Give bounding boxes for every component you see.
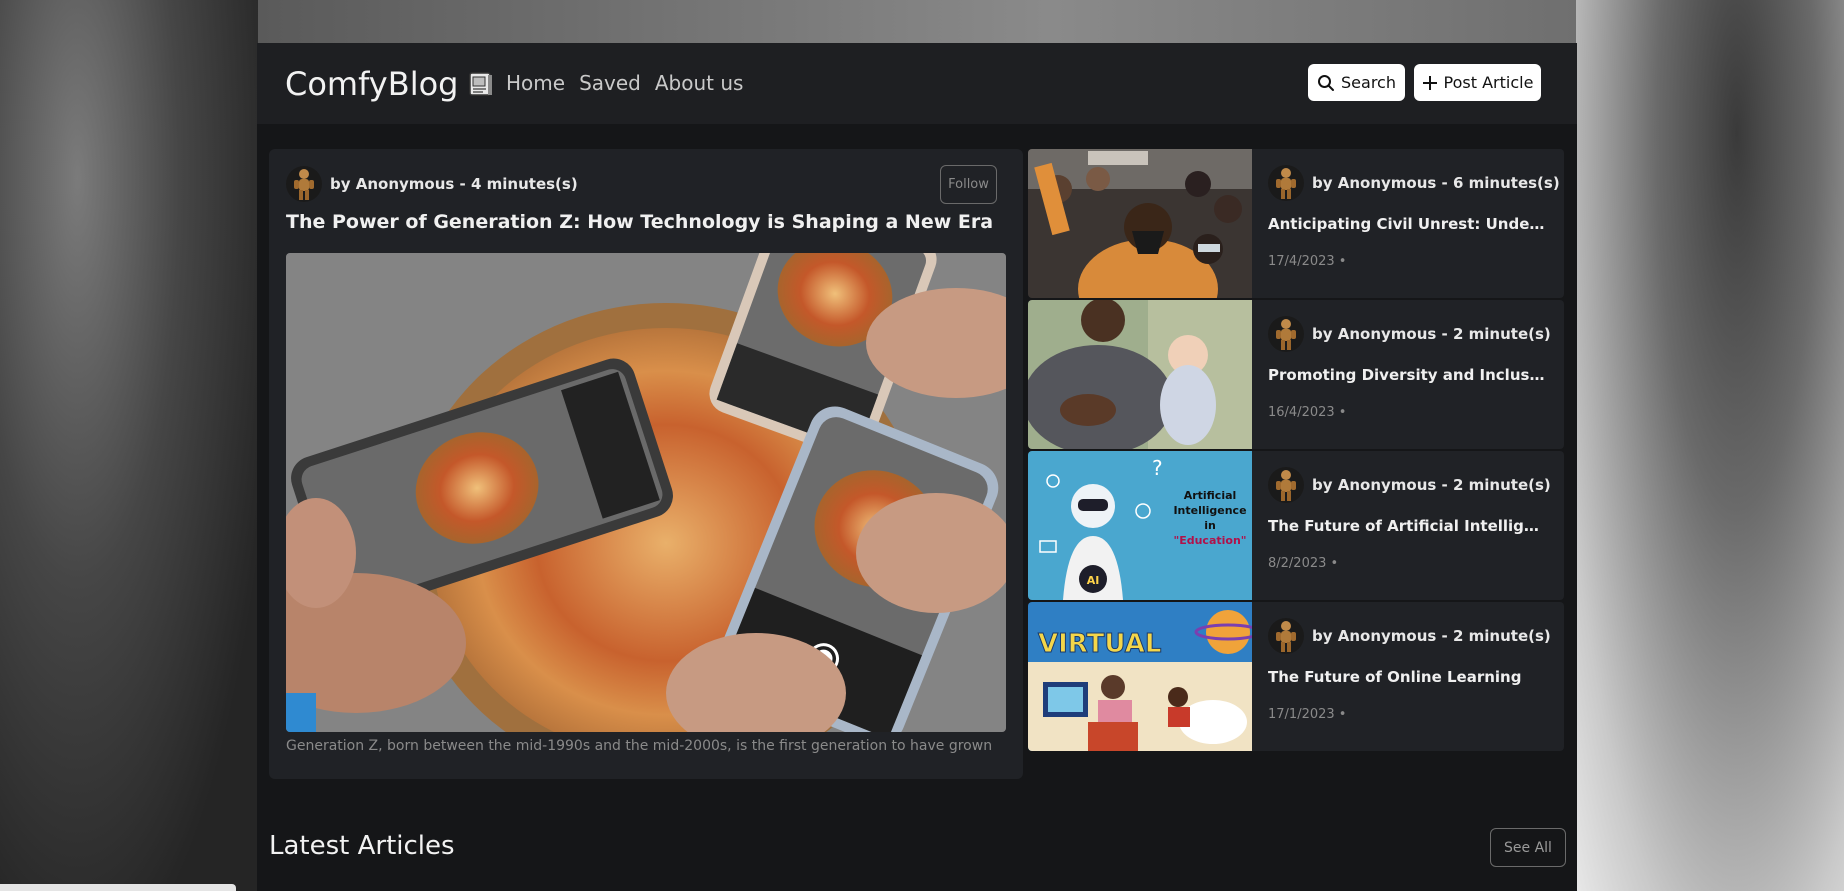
background-clouds-left	[0, 0, 258, 891]
side-author-line: by Anonymous - 2 minute(s)	[1312, 627, 1551, 645]
side-article-date: 8/2/2023 •	[1268, 556, 1339, 571]
side-author-line: by Anonymous - 6 minutes(s)	[1312, 174, 1560, 192]
svg-text:?: ?	[1152, 456, 1163, 480]
side-author-line: by Anonymous - 2 minute(s)	[1312, 476, 1551, 494]
avatar-figure-icon	[294, 169, 314, 200]
side-article-thumbnail[interactable]	[1028, 300, 1252, 449]
avatar-figure-icon	[1276, 621, 1296, 652]
featured-article-image[interactable]	[286, 253, 1006, 732]
avatar	[1268, 467, 1304, 503]
featured-author-row: by Anonymous - 4 minutes(s)	[286, 166, 578, 202]
navbar: ComfyBlog Home Saved About us Search Pos…	[257, 43, 1577, 124]
side-article-card[interactable]: by Anonymous - 6 minutes(s) Anticipating…	[1028, 149, 1564, 298]
plus-icon	[1422, 75, 1437, 90]
virtual-thumb-text: VIRTUAL	[1038, 629, 1161, 659]
side-article-thumbnail[interactable]	[1028, 149, 1252, 298]
follow-button[interactable]: Follow	[940, 165, 997, 204]
brand-name: ComfyBlog	[285, 65, 459, 103]
featured-author-line: by Anonymous - 4 minutes(s)	[330, 175, 578, 193]
ai-thumb-line1: Artificial	[1184, 489, 1237, 502]
avatar-figure-icon	[1276, 168, 1296, 199]
latest-articles-heading: Latest Articles	[269, 831, 455, 861]
protest-crowd-photo	[1028, 149, 1252, 298]
avatar-figure-icon	[1276, 319, 1296, 350]
side-article-title[interactable]: The Future of Online Learning	[1268, 668, 1548, 686]
ai-thumb-line4: "Education"	[1173, 534, 1246, 547]
side-author-row: by Anonymous - 2 minute(s)	[1268, 316, 1551, 352]
side-article-title[interactable]: Anticipating Civil Unrest: Understanding…	[1268, 215, 1548, 233]
status-bar-strip	[0, 884, 236, 891]
side-article-card[interactable]: AI ? Artificial Intelligence in "Educati…	[1028, 451, 1564, 600]
ai-badge-text: AI	[1087, 574, 1100, 587]
see-all-button[interactable]: See All	[1490, 828, 1566, 867]
nav-home[interactable]: Home	[506, 71, 565, 95]
featured-article-title[interactable]: The Power of Generation Z: How Technolog…	[286, 211, 993, 233]
avatar-figure-icon	[1276, 470, 1296, 501]
side-article-date: 16/4/2023 •	[1268, 405, 1347, 420]
avatar	[286, 166, 322, 202]
featured-article-excerpt: Generation Z, born between the mid-1990s…	[286, 738, 993, 754]
search-icon	[1318, 74, 1335, 91]
side-author-row: by Anonymous - 2 minute(s)	[1268, 467, 1551, 503]
side-article-date: 17/4/2023 •	[1268, 254, 1347, 269]
featured-article-card[interactable]: by Anonymous - 4 minutes(s) Follow The P…	[269, 149, 1023, 779]
side-article-title[interactable]: Promoting Diversity and Inclusion in Hea…	[1268, 366, 1548, 384]
book-icon	[469, 72, 493, 96]
ai-thumb-line3: in	[1204, 519, 1216, 532]
side-article-title[interactable]: The Future of Artificial Intelligence in…	[1268, 517, 1548, 535]
online-learning-illustration: VIRTUAL	[1028, 602, 1252, 751]
side-author-row: by Anonymous - 6 minutes(s)	[1268, 165, 1560, 201]
post-article-label: Post Article	[1443, 73, 1534, 92]
search-button-label: Search	[1341, 73, 1396, 92]
side-author-row: by Anonymous - 2 minute(s)	[1268, 618, 1551, 654]
nav-about-us[interactable]: About us	[655, 71, 744, 95]
avatar	[1268, 618, 1304, 654]
side-article-thumbnail[interactable]: AI ? Artificial Intelligence in "Educati…	[1028, 451, 1252, 600]
page-container: ComfyBlog Home Saved About us Search Pos…	[257, 43, 1577, 891]
side-article-card[interactable]: VIRTUAL by Anonymous - 2 minute(s) The F…	[1028, 602, 1564, 751]
search-button[interactable]: Search	[1308, 64, 1405, 101]
avatar	[1268, 316, 1304, 352]
background-clouds-top	[258, 0, 1576, 43]
side-article-card[interactable]: by Anonymous - 2 minute(s) Promoting Div…	[1028, 300, 1564, 449]
pizza-phones-photo	[286, 253, 1006, 732]
brand-logo[interactable]: ComfyBlog	[285, 65, 494, 103]
nav-saved[interactable]: Saved	[579, 71, 641, 95]
father-baby-photo	[1028, 300, 1252, 449]
ai-thumb-line2: Intelligence	[1173, 504, 1246, 517]
side-article-thumbnail[interactable]: VIRTUAL	[1028, 602, 1252, 751]
background-clouds-right	[1576, 0, 1844, 891]
side-author-line: by Anonymous - 2 minute(s)	[1312, 325, 1551, 343]
nav-links: Home Saved About us	[506, 71, 757, 95]
post-article-button[interactable]: Post Article	[1414, 64, 1541, 101]
ai-education-illustration: AI ? Artificial Intelligence in "Educati…	[1028, 451, 1252, 600]
side-article-date: 17/1/2023 •	[1268, 707, 1347, 722]
avatar	[1268, 165, 1304, 201]
